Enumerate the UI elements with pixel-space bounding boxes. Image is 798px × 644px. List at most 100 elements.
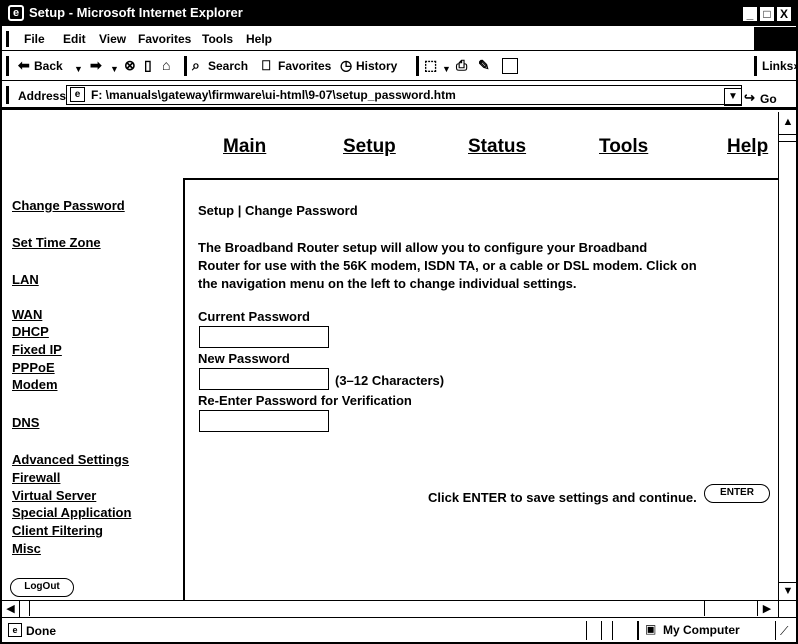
new-password-hint: (3–12 Characters) [335,373,445,388]
enter-button[interactable]: ENTER [704,484,770,503]
scroll-down-icon[interactable]: ▼ [779,582,797,598]
nav-main[interactable]: Main [223,136,266,158]
zone-panel: ▣ My Computer [638,621,776,640]
new-password-label: New Password [198,351,290,366]
standard-toolbar: ⬅ Back ▼ ➡ ▼ ⊗ ▯ ⌂ ⌕ Search ⎕ Favorites … [2,52,798,81]
restore-button[interactable]: □ [759,6,775,22]
browser-window: e Setup - Microsoft Internet Explorer _ … [0,0,798,644]
back-button[interactable]: Back [34,59,63,73]
status-text: Done [26,624,56,638]
sidebar-item-dns[interactable]: DNS [12,415,39,430]
home-icon[interactable]: ⌂ [162,57,170,73]
history-button[interactable]: History [356,59,397,73]
hscroll-thumb[interactable] [20,601,30,616]
go-button[interactable]: Go [760,92,777,106]
toolbar-separator [184,56,187,76]
sidebar-item-modem[interactable]: Modem [12,377,58,392]
stop-icon[interactable]: ⊗ [124,57,136,73]
address-bar: Address e F: \manuals\gateway\firmware\u… [2,82,796,110]
nav-setup[interactable]: Setup [343,136,396,158]
menu-tools[interactable]: Tools [202,32,233,46]
hscroll-track-end[interactable] [704,601,758,616]
current-password-label: Current Password [198,309,310,324]
new-password-input[interactable] [199,368,329,390]
reenter-password-label: Re-Enter Password for Verification [198,393,412,408]
page-title: Setup | Change Password [198,203,358,218]
scroll-up-icon[interactable]: ▲ [779,114,797,130]
sidebar-item-lan[interactable]: LAN [12,272,39,287]
sidebar-item-firewall[interactable]: Firewall [12,470,60,485]
history-icon[interactable]: ◷ [340,57,352,73]
favorites-folder-icon[interactable]: ⎕ [262,57,270,73]
toolbar-separator [416,56,419,76]
address-input[interactable]: e F: \manuals\gateway\firmware\ui-html\9… [66,85,742,105]
computer-icon: ▣ [645,622,657,636]
nav-tools[interactable]: Tools [599,136,648,158]
settings-panel: Setup | Change Password The Broadband Ro… [183,178,778,600]
go-arrow-icon[interactable]: ↪ [744,90,755,106]
zone-label: My Computer [663,623,740,637]
ie-logo-icon: e [8,5,24,21]
nav-help[interactable]: Help [727,136,768,158]
links-label: Links [762,59,794,73]
mail-icon[interactable]: ⬚ [424,57,437,73]
sidebar-item-pppoe[interactable]: PPPoE [12,360,55,375]
toolbar-grip[interactable] [6,56,9,76]
scroll-right-icon[interactable]: ▶ [758,601,776,617]
menu-help[interactable]: Help [246,32,272,46]
resize-grip-icon[interactable]: ⟋ [780,623,794,639]
sidebar-item-fixed-ip[interactable]: Fixed IP [12,342,62,357]
address-dropdown-icon[interactable]: ▼ [724,88,742,106]
scroll-corner [778,600,796,618]
sidebar-item-set-time-zone[interactable]: Set Time Zone [12,235,101,250]
intro-line-1: The Broadband Router setup will allow yo… [198,240,648,255]
address-grip[interactable] [6,86,9,104]
scroll-thumb[interactable] [779,134,797,142]
print-icon[interactable]: ⎙ [456,57,467,73]
menu-bar: File Edit View Favorites Tools Help [2,27,796,51]
page-status-icon: e [8,623,22,637]
logout-button[interactable]: LogOut [10,578,74,597]
status-bar: e Done ▣ My Computer ⟋ [2,619,796,642]
menu-file[interactable]: File [24,32,45,46]
sidebar-item-wan[interactable]: WAN [12,307,42,322]
close-button[interactable]: X [776,6,792,22]
enter-prompt: Click ENTER to save settings and continu… [428,490,697,505]
status-segment [612,621,638,640]
sidebar-item-misc[interactable]: Misc [12,541,41,556]
back-dropdown-icon[interactable]: ▼ [74,61,83,77]
mail-dropdown-icon[interactable]: ▼ [442,61,451,77]
discuss-icon[interactable] [502,58,518,74]
search-button[interactable]: Search [208,59,248,73]
reenter-password-input[interactable] [199,410,329,432]
current-password-input[interactable] [199,326,329,348]
horizontal-scrollbar[interactable]: ◀ ▶ [2,600,778,618]
forward-dropdown-icon[interactable]: ▼ [110,61,119,77]
menu-edit[interactable]: Edit [63,32,86,46]
refresh-icon[interactable]: ▯ [144,57,152,73]
page-icon: e [70,87,85,102]
back-arrow-icon[interactable]: ⬅ [18,57,30,73]
sidebar-item-client-filtering[interactable]: Client Filtering [12,523,103,538]
minimize-button[interactable]: _ [742,6,758,22]
links-chevron-icon: » [793,59,798,73]
sidebar-item-special-application[interactable]: Special Application [12,505,131,520]
intro-line-2: Router for use with the 56K modem, ISDN … [198,258,697,273]
page-content: Main Setup Status Tools Help Change Pass… [2,112,778,600]
vertical-scrollbar[interactable]: ▲ ▼ [778,112,797,602]
links-button[interactable]: Links» [762,59,798,73]
forward-arrow-icon[interactable]: ➡ [90,57,102,73]
menu-favorites[interactable]: Favorites [138,32,191,46]
edit-icon[interactable]: ✎ [478,57,490,73]
sidebar-item-virtual-server[interactable]: Virtual Server [12,488,96,503]
nav-status[interactable]: Status [468,136,526,158]
menu-view[interactable]: View [99,32,126,46]
sidebar-item-advanced-settings[interactable]: Advanced Settings [12,452,129,467]
search-icon[interactable]: ⌕ [192,57,200,73]
title-bar[interactable]: e Setup - Microsoft Internet Explorer _ … [2,2,796,26]
sidebar-item-dhcp[interactable]: DHCP [12,324,49,339]
scroll-left-icon[interactable]: ◀ [2,601,20,617]
menu-grip[interactable] [6,31,9,47]
favorites-button[interactable]: Favorites [278,59,331,73]
sidebar-item-change-password[interactable]: Change Password [12,198,125,213]
